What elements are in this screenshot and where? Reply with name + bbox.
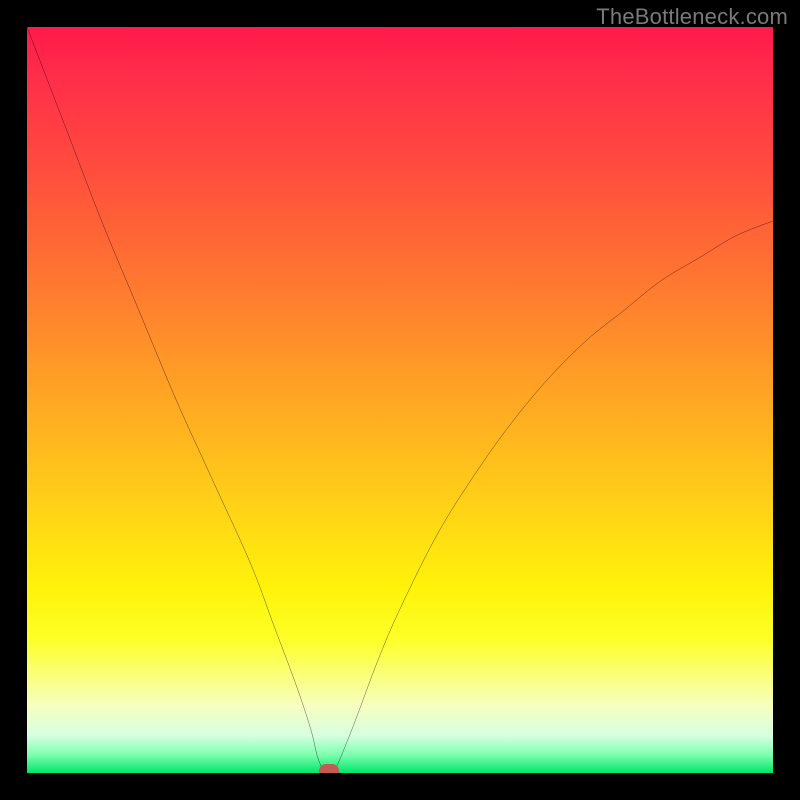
- plot-area: [27, 27, 773, 773]
- chart-frame: TheBottleneck.com: [0, 0, 800, 800]
- watermark-text: TheBottleneck.com: [596, 4, 788, 30]
- bottleneck-line: [27, 27, 773, 773]
- optimal-point-marker: [319, 764, 339, 773]
